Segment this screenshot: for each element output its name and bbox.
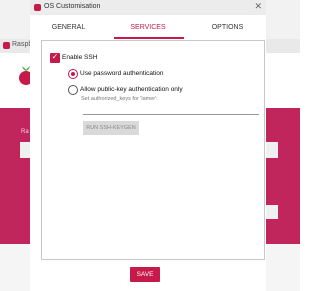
pubkey-auth-label: Allow public-key authentication only	[80, 86, 183, 93]
check-icon: ✓	[51, 52, 59, 61]
pubkey-auth-radio[interactable]	[68, 85, 78, 95]
authorized-keys-field[interactable]	[83, 114, 259, 115]
password-auth-radio[interactable]	[68, 69, 78, 79]
tab-options[interactable]: OPTIONS	[189, 15, 266, 40]
app-icon	[34, 4, 41, 11]
raspberry-logo-icon	[3, 42, 10, 49]
tab-general[interactable]: GENERAL	[30, 15, 107, 40]
active-tab-indicator	[114, 37, 184, 39]
background-label: Ra	[21, 129, 29, 135]
authorized-keys-hint: Set authorized_keys for 'lamer':	[81, 96, 158, 102]
dialog-title: OS Customisation	[44, 3, 101, 10]
enable-ssh-label: Enable SSH	[62, 54, 98, 61]
enable-ssh-checkbox[interactable]: ✓	[50, 52, 60, 63]
password-auth-label: Use password authentication	[80, 70, 164, 77]
save-button[interactable]: SAVE	[130, 267, 160, 282]
run-ssh-keygen-button[interactable]: RUN SSH-KEYGEN	[83, 121, 139, 135]
close-icon[interactable]: ✕	[254, 1, 262, 12]
dialog-titlebar: OS Customisation ✕	[30, 0, 266, 15]
